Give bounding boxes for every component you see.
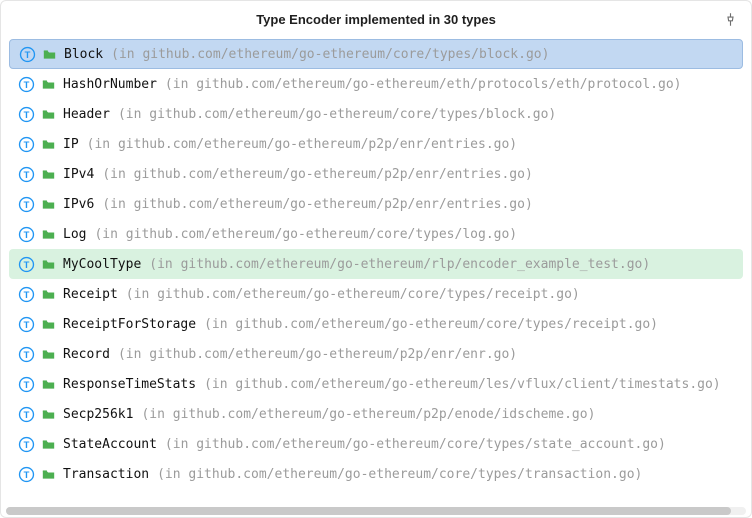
- type-icon: T: [17, 75, 35, 93]
- package-icon: [41, 257, 55, 271]
- type-icon: T: [17, 165, 35, 183]
- package-icon: [41, 467, 55, 481]
- package-icon: [41, 437, 55, 451]
- type-name: IP: [63, 137, 79, 152]
- type-icon: T: [18, 45, 36, 63]
- result-row[interactable]: T IPv6 (in github.com/ethereum/go-ethere…: [9, 189, 743, 219]
- package-icon: [41, 347, 55, 361]
- svg-text:T: T: [23, 409, 29, 419]
- svg-text:T: T: [23, 289, 29, 299]
- type-path: (in github.com/ethereum/go-ethereum/eth/…: [165, 77, 682, 92]
- package-icon: [41, 167, 55, 181]
- type-name: Block: [64, 47, 103, 62]
- result-row[interactable]: T StateAccount (in github.com/ethereum/g…: [9, 429, 743, 459]
- type-name: IPv6: [63, 197, 94, 212]
- pin-icon: [723, 12, 738, 27]
- package-icon: [41, 317, 55, 331]
- package-icon: [41, 227, 55, 241]
- svg-text:T: T: [23, 229, 29, 239]
- type-icon: T: [17, 135, 35, 153]
- type-path: (in github.com/ethereum/go-ethereum/rlp/…: [149, 257, 650, 272]
- svg-text:T: T: [23, 349, 29, 359]
- type-path: (in github.com/ethereum/go-ethereum/core…: [111, 47, 549, 62]
- result-row[interactable]: T HashOrNumber (in github.com/ethereum/g…: [9, 69, 743, 99]
- type-icon: T: [17, 255, 35, 273]
- type-icon: T: [17, 465, 35, 483]
- result-row[interactable]: T IP (in github.com/ethereum/go-ethereum…: [9, 129, 743, 159]
- result-row[interactable]: T ResponseTimeStats (in github.com/ether…: [9, 369, 743, 399]
- type-path: (in github.com/ethereum/go-ethereum/p2p/…: [102, 167, 532, 182]
- type-path: (in github.com/ethereum/go-ethereum/p2p/…: [102, 197, 532, 212]
- package-icon: [42, 47, 56, 61]
- result-row[interactable]: T Transaction (in github.com/ethereum/go…: [9, 459, 743, 489]
- type-path: (in github.com/ethereum/go-ethereum/core…: [165, 437, 666, 452]
- type-name: Record: [63, 347, 110, 362]
- type-path: (in github.com/ethereum/go-ethereum/p2p/…: [118, 347, 517, 362]
- type-name: IPv4: [63, 167, 94, 182]
- panel-header: Type Encoder implemented in 30 types: [1, 1, 751, 37]
- type-icon: T: [17, 225, 35, 243]
- result-row[interactable]: T Receipt (in github.com/ethereum/go-eth…: [9, 279, 743, 309]
- type-path: (in github.com/ethereum/go-ethereum/core…: [94, 227, 517, 242]
- result-row[interactable]: T IPv4 (in github.com/ethereum/go-ethere…: [9, 159, 743, 189]
- results-list[interactable]: T Block (in github.com/ethereum/go-ether…: [1, 37, 751, 517]
- type-icon: T: [17, 315, 35, 333]
- type-implementations-panel: Type Encoder implemented in 30 types T B…: [0, 0, 752, 518]
- package-icon: [41, 137, 55, 151]
- type-name: ReceiptForStorage: [63, 317, 196, 332]
- result-row[interactable]: T MyCoolType (in github.com/ethereum/go-…: [9, 249, 743, 279]
- panel-title: Type Encoder implemented in 30 types: [256, 12, 496, 27]
- pin-button[interactable]: [719, 8, 741, 30]
- package-icon: [41, 107, 55, 121]
- svg-text:T: T: [23, 199, 29, 209]
- type-path: (in github.com/ethereum/go-ethereum/p2p/…: [141, 407, 595, 422]
- type-path: (in github.com/ethereum/go-ethereum/core…: [118, 107, 556, 122]
- type-name: MyCoolType: [63, 257, 141, 272]
- type-name: Receipt: [63, 287, 118, 302]
- svg-text:T: T: [23, 259, 29, 269]
- type-icon: T: [17, 285, 35, 303]
- svg-text:T: T: [23, 469, 29, 479]
- type-icon: T: [17, 405, 35, 423]
- type-icon: T: [17, 195, 35, 213]
- result-row[interactable]: T Block (in github.com/ethereum/go-ether…: [9, 39, 743, 69]
- svg-text:T: T: [23, 379, 29, 389]
- result-row[interactable]: T Header (in github.com/ethereum/go-ethe…: [9, 99, 743, 129]
- type-name: Header: [63, 107, 110, 122]
- type-path: (in github.com/ethereum/go-ethereum/core…: [157, 467, 642, 482]
- package-icon: [41, 77, 55, 91]
- svg-text:T: T: [23, 109, 29, 119]
- svg-text:T: T: [23, 139, 29, 149]
- package-icon: [41, 377, 55, 391]
- type-icon: T: [17, 375, 35, 393]
- scrollbar-thumb[interactable]: [6, 507, 731, 515]
- package-icon: [41, 287, 55, 301]
- svg-text:T: T: [23, 439, 29, 449]
- type-icon: T: [17, 105, 35, 123]
- type-name: HashOrNumber: [63, 77, 157, 92]
- horizontal-scrollbar[interactable]: [6, 507, 746, 515]
- svg-text:T: T: [23, 169, 29, 179]
- type-name: Log: [63, 227, 86, 242]
- type-name: Secp256k1: [63, 407, 133, 422]
- result-row[interactable]: T Log (in github.com/ethereum/go-ethereu…: [9, 219, 743, 249]
- type-icon: T: [17, 435, 35, 453]
- package-icon: [41, 197, 55, 211]
- package-icon: [41, 407, 55, 421]
- type-name: ResponseTimeStats: [63, 377, 196, 392]
- svg-text:T: T: [24, 49, 30, 59]
- result-row[interactable]: T ReceiptForStorage (in github.com/ether…: [9, 309, 743, 339]
- type-name: StateAccount: [63, 437, 157, 452]
- type-path: (in github.com/ethereum/go-ethereum/core…: [204, 317, 658, 332]
- type-path: (in github.com/ethereum/go-ethereum/p2p/…: [87, 137, 517, 152]
- result-row[interactable]: T Secp256k1 (in github.com/ethereum/go-e…: [9, 399, 743, 429]
- type-icon: T: [17, 345, 35, 363]
- result-row[interactable]: T Record (in github.com/ethereum/go-ethe…: [9, 339, 743, 369]
- svg-text:T: T: [23, 319, 29, 329]
- svg-text:T: T: [23, 79, 29, 89]
- type-name: Transaction: [63, 467, 149, 482]
- type-path: (in github.com/ethereum/go-ethereum/les/…: [204, 377, 721, 392]
- type-path: (in github.com/ethereum/go-ethereum/core…: [126, 287, 580, 302]
